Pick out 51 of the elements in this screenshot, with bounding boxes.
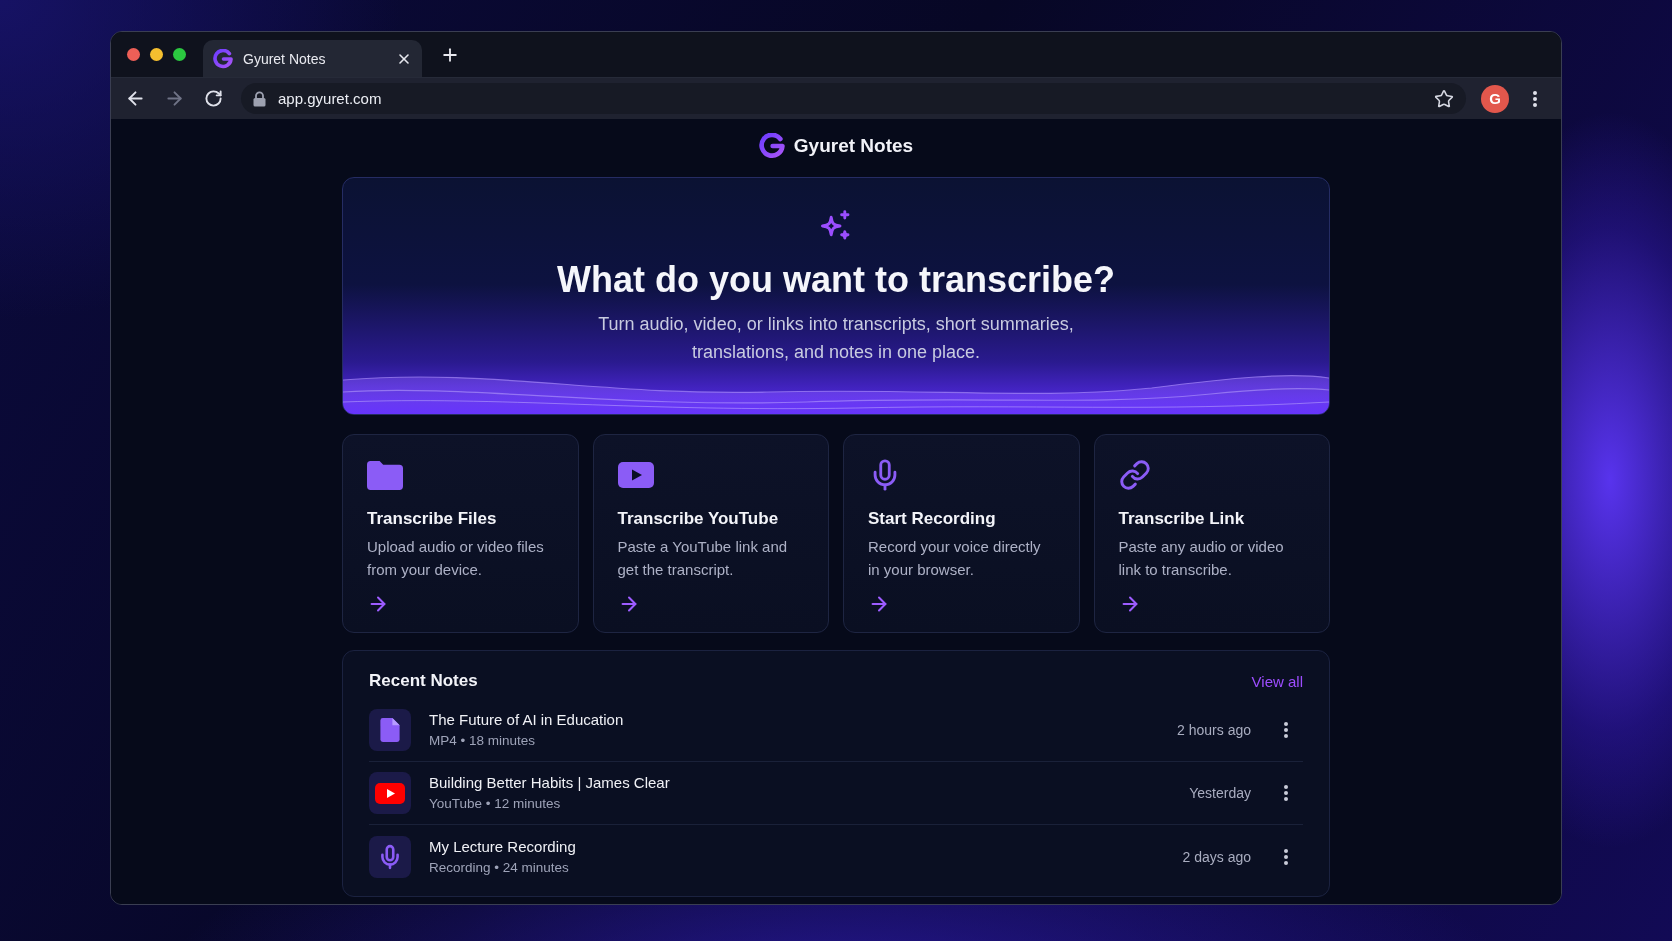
play-icon <box>617 462 654 488</box>
minimize-window-icon[interactable] <box>150 48 163 61</box>
hero-subtitle: Turn audio, video, or links into transcripts, short summaries, translations, and notes in one place. <box>597 313 1075 364</box>
transcribe-option-card[interactable]: Transcribe Files Upload audio or video files from your device. <box>342 434 579 633</box>
address-bar[interactable]: app.gyuret.com <box>241 83 1466 114</box>
sparkle-icon <box>820 210 852 242</box>
section-title: Recent Notes <box>369 671 478 691</box>
card-description: Paste a YouTube link and get the transcript. <box>617 537 789 580</box>
note-time: Yesterday <box>1189 785 1251 801</box>
tab-title: Gyuret Notes <box>243 50 327 67</box>
reload-icon <box>203 89 223 108</box>
vertical-dots-icon <box>1533 90 1537 107</box>
transcribe-option-card[interactable]: Transcribe YouTube Paste a YouTube link and get the transcript. <box>592 434 829 633</box>
logo-icon <box>758 133 785 159</box>
card-description: Record your voice directly in your browser. <box>868 537 1042 580</box>
card-title: Transcribe Link <box>1118 508 1245 530</box>
vertical-dots-icon <box>1284 848 1288 865</box>
lock-icon <box>253 90 266 107</box>
note-title: My Lecture Recording <box>429 836 576 856</box>
note-meta: Recording • 24 minutes <box>429 858 569 877</box>
note-title: The Future of AI in Education <box>429 710 624 729</box>
url-text: app.gyuret.com <box>278 90 383 107</box>
note-title: Building Better Habits | James Clear <box>429 773 670 792</box>
transcribe-option-card[interactable]: Start Recording Record your voice directly in your browser. <box>843 434 1080 633</box>
hero-title: What do you want to transcribe? <box>557 258 1115 302</box>
card-description: Upload audio or video files from your device. <box>367 537 545 580</box>
note-time: 2 hours ago <box>1177 722 1251 738</box>
maximize-window-icon[interactable] <box>173 48 186 61</box>
vertical-dots-icon <box>1284 722 1288 738</box>
view-all-link[interactable]: View all <box>1251 672 1303 690</box>
play-icon <box>369 772 411 814</box>
vertical-dots-icon <box>1284 785 1288 801</box>
profile-avatar[interactable]: G <box>1481 84 1509 113</box>
bookmark-button[interactable] <box>1434 88 1454 109</box>
app-name: Gyuret Notes <box>793 135 914 157</box>
folder-icon <box>367 460 403 490</box>
transcribe-option-card[interactable]: Transcribe Link Paste any audio or video link to transcribe. <box>1093 434 1330 633</box>
link-icon <box>1118 459 1151 491</box>
card-title: Start Recording <box>868 508 996 530</box>
card-title: Transcribe Files <box>367 508 497 530</box>
document-icon <box>369 709 411 751</box>
microphone-icon <box>369 835 411 878</box>
note-meta: MP4 • 18 minutes <box>429 732 536 750</box>
logo-icon <box>213 48 233 69</box>
star-icon <box>1434 88 1454 109</box>
card-title: Transcribe YouTube <box>617 508 779 530</box>
close-window-icon[interactable] <box>127 48 140 61</box>
card-description: Paste any audio or video link to transcribe. <box>1118 537 1285 580</box>
browser-tab[interactable]: Gyuret Notes <box>203 40 422 77</box>
note-time: 2 days ago <box>1182 848 1251 865</box>
note-meta: YouTube • 12 minutes <box>429 795 561 813</box>
